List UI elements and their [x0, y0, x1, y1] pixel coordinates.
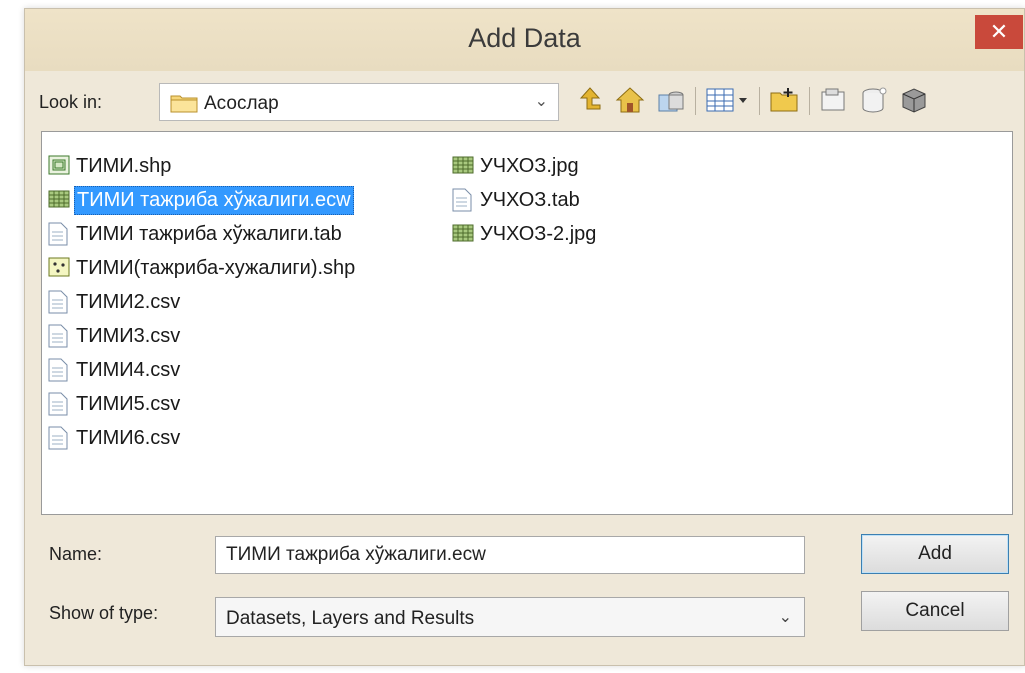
file-list[interactable]: ТИМИ.shp ТИМИ тажриба хўжалиги.ecw ТИМИ … — [41, 131, 1013, 515]
raster-icon — [452, 154, 474, 178]
file-name: ТИМИ тажриба хўжалиги.ecw — [74, 185, 354, 215]
show-of-type-dropdown[interactable]: Datasets, Layers and Results ⌄ — [215, 597, 805, 637]
chevron-down-icon[interactable]: ⌄ — [535, 91, 548, 111]
add-data-dialog: Add Data ✕ Look in: Асослар ⌄ ТИМИ.shp Т… — [24, 8, 1025, 666]
home-icon[interactable] — [615, 85, 645, 115]
show-of-type-label: Show of type: — [49, 603, 159, 623]
list-item[interactable]: УЧХОЗ.tab — [452, 184, 582, 216]
up-one-level-icon[interactable] — [575, 85, 605, 115]
file-icon — [48, 290, 70, 314]
file-name: УЧХОЗ-2.jpg — [480, 222, 597, 245]
list-item[interactable]: ТИМИ.shp — [48, 150, 173, 182]
cancel-button[interactable]: Cancel — [861, 591, 1009, 631]
file-icon — [48, 358, 70, 382]
list-item[interactable]: УЧХОЗ-2.jpg — [452, 218, 598, 250]
list-item[interactable]: ТИМИ3.csv — [48, 320, 182, 352]
folder-icon — [170, 93, 198, 118]
chevron-down-icon[interactable]: ⌄ — [779, 607, 792, 627]
list-item[interactable]: ТИМИ(тажриба-хужалиги).shp — [48, 252, 357, 284]
look-in-dropdown[interactable]: Асослар ⌄ — [159, 83, 559, 121]
file-name: ТИМИ3.csv — [76, 324, 181, 347]
file-name: ТИМИ4.csv — [76, 358, 181, 381]
list-item[interactable]: ТИМИ2.csv — [48, 286, 182, 318]
toolbar-separator — [809, 87, 810, 115]
look-in-value: Асослар — [204, 93, 279, 114]
new-folder-icon[interactable] — [769, 85, 799, 115]
file-icon — [48, 324, 70, 348]
list-item-selected[interactable]: ТИМИ тажриба хўжалиги.ecw — [48, 184, 354, 216]
polygon-shapefile-icon — [48, 154, 70, 178]
new-layer-icon[interactable] — [819, 85, 849, 115]
view-options-icon[interactable] — [705, 85, 747, 115]
file-name: ТИМИ2.csv — [76, 290, 181, 313]
list-item[interactable]: ТИМИ тажриба хўжалиги.tab — [48, 218, 344, 250]
file-name: ТИМИ.shp — [76, 154, 172, 177]
name-label: Name: — [49, 544, 103, 564]
toolbar-separator — [695, 87, 696, 115]
point-shapefile-icon — [48, 256, 70, 280]
toolbar — [573, 81, 1023, 121]
list-item[interactable]: ТИМИ6.csv — [48, 422, 182, 454]
show-of-type-value: Datasets, Layers and Results — [226, 608, 475, 629]
file-icon — [452, 188, 474, 212]
toolbar-separator — [759, 87, 760, 115]
new-table-icon[interactable] — [859, 85, 889, 115]
look-in-label: Look in: — [39, 92, 103, 112]
catalog-connect-icon[interactable] — [655, 85, 685, 115]
list-item[interactable]: ТИМИ4.csv — [48, 354, 182, 386]
file-name: УЧХОЗ.jpg — [480, 154, 579, 177]
file-name: ТИМИ6.csv — [76, 426, 181, 449]
name-input[interactable] — [215, 536, 805, 574]
file-name: УЧХОЗ.tab — [480, 188, 580, 211]
close-button[interactable]: ✕ — [975, 15, 1023, 49]
window-title: Add Data — [468, 23, 581, 53]
file-name: ТИМИ тажриба хўжалиги.tab — [76, 222, 342, 245]
list-item[interactable]: ТИМИ5.csv — [48, 388, 182, 420]
title-bar[interactable]: Add Data ✕ — [25, 9, 1024, 71]
new-database-icon[interactable] — [899, 85, 929, 115]
file-icon — [48, 426, 70, 450]
add-button[interactable]: Add — [861, 534, 1009, 574]
file-icon — [48, 392, 70, 416]
raster-icon — [452, 222, 474, 246]
file-name: ТИМИ5.csv — [76, 392, 181, 415]
file-name: ТИМИ(тажриба-хужалиги).shp — [76, 256, 356, 279]
raster-icon — [48, 188, 70, 212]
file-icon — [48, 222, 70, 246]
list-item[interactable]: УЧХОЗ.jpg — [452, 150, 581, 182]
